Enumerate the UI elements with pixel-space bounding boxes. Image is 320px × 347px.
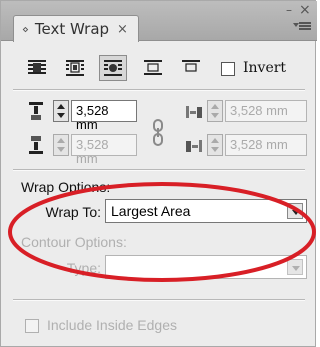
tab-close-icon[interactable]: × — [117, 22, 128, 37]
contour-type-select[interactable] — [105, 255, 307, 279]
no-wrap-button[interactable] — [23, 55, 51, 81]
link-offsets-icon[interactable] — [151, 118, 165, 148]
contour-type-label: Type: — [66, 260, 101, 276]
chevron-down-icon[interactable] — [287, 203, 303, 219]
jump-object-icon — [144, 60, 162, 75]
invert-checkbox[interactable] — [221, 62, 235, 76]
chevron-down-icon[interactable] — [287, 259, 303, 275]
bottom-offset-stepper[interactable] — [53, 134, 69, 156]
tab-text-wrap[interactable]: ⋄ Text Wrap × — [13, 15, 139, 42]
tab-title: Text Wrap — [34, 20, 110, 38]
divider — [13, 299, 305, 301]
divider — [13, 169, 305, 171]
bottom-offset-field[interactable]: 3,528 mm — [71, 134, 137, 166]
object-shape-wrap-icon — [104, 60, 122, 76]
divider — [13, 89, 305, 91]
wrap-to-label: Wrap To: — [45, 204, 101, 220]
bounding-box-wrap-button[interactable] — [61, 55, 89, 81]
wrap-options-title: Wrap Options: — [21, 179, 111, 195]
minimize-icon[interactable]: – — [286, 3, 292, 17]
wrap-to-select[interactable]: Largest Area — [105, 199, 307, 223]
no-wrap-icon — [28, 60, 46, 74]
right-offset-icon — [186, 140, 202, 152]
top-offset-icon — [29, 102, 43, 120]
include-inside-edges-label: Include Inside Edges — [47, 317, 177, 333]
include-inside-edges-checkbox[interactable] — [25, 319, 39, 333]
object-shape-wrap-button[interactable] — [99, 55, 127, 81]
close-icon[interactable]: × — [299, 2, 311, 18]
panel-grip-icon[interactable]: ⋄ — [22, 23, 29, 36]
invert-label: Invert — [243, 60, 287, 76]
jump-object-button[interactable] — [139, 55, 167, 81]
left-offset-icon — [186, 106, 202, 118]
top-offset-field[interactable]: 3,528 mm — [71, 100, 137, 132]
text-wrap-panel: ⋄ Text Wrap × – × Invert 3,528 mm 3,528 … — [0, 0, 317, 347]
jump-next-column-button[interactable] — [177, 55, 205, 81]
panel-menu-icon[interactable] — [293, 21, 313, 35]
contour-options-title: Contour Options: — [21, 234, 127, 250]
bounding-box-wrap-icon — [66, 60, 84, 76]
left-offset-field[interactable]: 3,528 mm — [225, 100, 307, 122]
wrap-to-value: Largest Area — [111, 203, 191, 219]
right-offset-stepper[interactable] — [207, 134, 223, 156]
panel-header: ⋄ Text Wrap × – × — [1, 1, 317, 42]
bottom-offset-icon — [29, 136, 43, 154]
top-offset-stepper[interactable] — [53, 100, 69, 122]
left-offset-stepper[interactable] — [207, 100, 223, 122]
right-offset-field[interactable]: 3,528 mm — [225, 134, 307, 156]
jump-next-column-icon — [182, 60, 200, 72]
